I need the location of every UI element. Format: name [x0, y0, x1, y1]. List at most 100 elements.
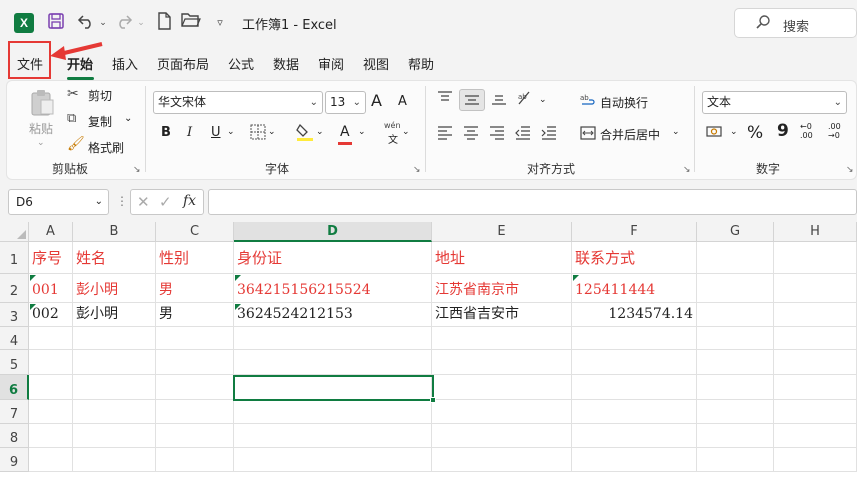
row-header-6[interactable]: 6	[0, 375, 29, 400]
cell-D9[interactable]	[234, 448, 432, 472]
worksheet-grid[interactable]: A B C D E F G H 1 序号 姓名 性别 身份证 地址 联系方式 2 001 彭小明 男 364215…	[0, 222, 857, 479]
cell-H3[interactable]	[774, 303, 857, 327]
cell-F2[interactable]: 125411444	[572, 274, 697, 303]
clipboard-launcher-icon[interactable]: ↘	[133, 165, 141, 175]
fill-handle[interactable]	[430, 397, 436, 403]
new-file-icon[interactable]	[154, 12, 174, 34]
row-header-2[interactable]: 2	[0, 274, 29, 303]
tab-view[interactable]: 视图	[363, 54, 389, 73]
cell-E2[interactable]: 江苏省南京市	[432, 274, 572, 303]
borders-icon[interactable]	[250, 124, 266, 144]
cell-A4[interactable]	[29, 327, 73, 350]
insert-function-button[interactable]: fx	[183, 193, 196, 209]
decrease-decimal-button[interactable]: .00 →0	[828, 122, 852, 140]
number-launcher-icon[interactable]: ↘	[846, 165, 854, 175]
fill-color-dropdown-icon[interactable]: ⌄	[316, 127, 324, 137]
cell-E3[interactable]: 江西省吉安市	[432, 303, 572, 327]
cell-E7[interactable]	[432, 400, 572, 424]
font-color-button[interactable]: A	[340, 124, 350, 140]
column-header-A[interactable]: A	[29, 222, 73, 242]
row-header-8[interactable]: 8	[0, 424, 29, 448]
select-all-button[interactable]	[0, 222, 29, 242]
cell-F6[interactable]	[572, 375, 697, 400]
cell-D2[interactable]: 364215156215524	[234, 274, 432, 303]
cell-D8[interactable]	[234, 424, 432, 448]
format-painter-button[interactable]: 格式刷	[88, 139, 124, 156]
tab-help[interactable]: 帮助	[408, 54, 434, 73]
cell-E1[interactable]: 地址	[432, 242, 572, 274]
cell-A9[interactable]	[29, 448, 73, 472]
error-indicator-A2[interactable]	[30, 275, 36, 281]
column-header-G[interactable]: G	[697, 222, 774, 242]
format-painter-icon[interactable]: 🖌	[67, 136, 85, 152]
cell-E4[interactable]	[432, 327, 572, 350]
tab-insert[interactable]: 插入	[112, 54, 138, 73]
cell-C2[interactable]: 男	[156, 274, 234, 303]
cell-C8[interactable]	[156, 424, 234, 448]
cell-G4[interactable]	[697, 327, 774, 350]
cell-B1[interactable]: 姓名	[73, 242, 156, 274]
cell-H6[interactable]	[774, 375, 857, 400]
cell-D7[interactable]	[234, 400, 432, 424]
tab-review[interactable]: 审阅	[318, 54, 344, 73]
underline-dropdown-icon[interactable]: ⌄	[227, 127, 235, 137]
column-header-H[interactable]: H	[774, 222, 857, 242]
merge-dropdown-icon[interactable]: ⌄	[672, 127, 680, 137]
cell-D5[interactable]	[234, 350, 432, 375]
cell-A5[interactable]	[29, 350, 73, 375]
paste-button[interactable]: 粘贴	[29, 120, 53, 137]
wrap-text-button[interactable]: 自动换行	[600, 94, 648, 111]
accounting-format-icon[interactable]	[706, 124, 724, 144]
cell-D3[interactable]: 3624524212153	[234, 303, 432, 327]
error-indicator-D2[interactable]	[235, 275, 241, 281]
redo-icon[interactable]	[114, 12, 134, 34]
cell-C1[interactable]: 性别	[156, 242, 234, 274]
cell-H9[interactable]	[774, 448, 857, 472]
cell-A1[interactable]: 序号	[29, 242, 73, 274]
cell-D1[interactable]: 身份证	[234, 242, 432, 274]
redo-dropdown-icon[interactable]: ⌄	[136, 12, 146, 34]
cell-E8[interactable]	[432, 424, 572, 448]
open-folder-icon[interactable]	[180, 12, 202, 34]
cell-H4[interactable]	[774, 327, 857, 350]
cell-D4[interactable]	[234, 327, 432, 350]
italic-button[interactable]: I	[187, 125, 192, 140]
alignment-launcher-icon[interactable]: ↘	[683, 165, 691, 175]
cell-F9[interactable]	[572, 448, 697, 472]
align-right-icon[interactable]	[489, 124, 505, 144]
cell-F4[interactable]	[572, 327, 697, 350]
cell-G3[interactable]	[697, 303, 774, 327]
font-color-dropdown-icon[interactable]: ⌄	[358, 127, 366, 137]
comma-style-button[interactable]: 9	[777, 121, 789, 141]
error-indicator-F2[interactable]	[573, 275, 579, 281]
cell-C9[interactable]	[156, 448, 234, 472]
cell-E6[interactable]	[432, 375, 572, 400]
more-options-icon[interactable]: ⋮	[116, 194, 128, 208]
decrease-indent-icon[interactable]	[515, 124, 531, 144]
cell-C7[interactable]	[156, 400, 234, 424]
cell-F7[interactable]	[572, 400, 697, 424]
tab-page-layout[interactable]: 页面布局	[157, 54, 209, 73]
increase-indent-icon[interactable]	[541, 124, 557, 144]
paste-dropdown-icon[interactable]: ⌄	[37, 138, 45, 148]
paste-icon[interactable]	[27, 88, 57, 118]
cell-H8[interactable]	[774, 424, 857, 448]
cell-B8[interactable]	[73, 424, 156, 448]
cancel-icon[interactable]: ✕	[137, 193, 150, 211]
cut-icon[interactable]: ✂	[67, 86, 79, 102]
row-header-7[interactable]: 7	[0, 400, 29, 424]
cell-B9[interactable]	[73, 448, 156, 472]
wrap-text-icon[interactable]: ab	[580, 92, 596, 111]
cell-B2[interactable]: 彭小明	[73, 274, 156, 303]
underline-button[interactable]: U	[211, 125, 221, 140]
cell-H7[interactable]	[774, 400, 857, 424]
cell-F5[interactable]	[572, 350, 697, 375]
copy-dropdown-icon[interactable]: ⌄	[124, 113, 132, 124]
phonetic-button[interactable]: wén	[384, 121, 401, 130]
row-header-1[interactable]: 1	[0, 242, 29, 274]
tab-data[interactable]: 数据	[273, 54, 299, 73]
cell-C6[interactable]	[156, 375, 234, 400]
align-middle-icon[interactable]	[459, 89, 485, 111]
cell-B7[interactable]	[73, 400, 156, 424]
fill-color-icon[interactable]	[296, 122, 314, 146]
